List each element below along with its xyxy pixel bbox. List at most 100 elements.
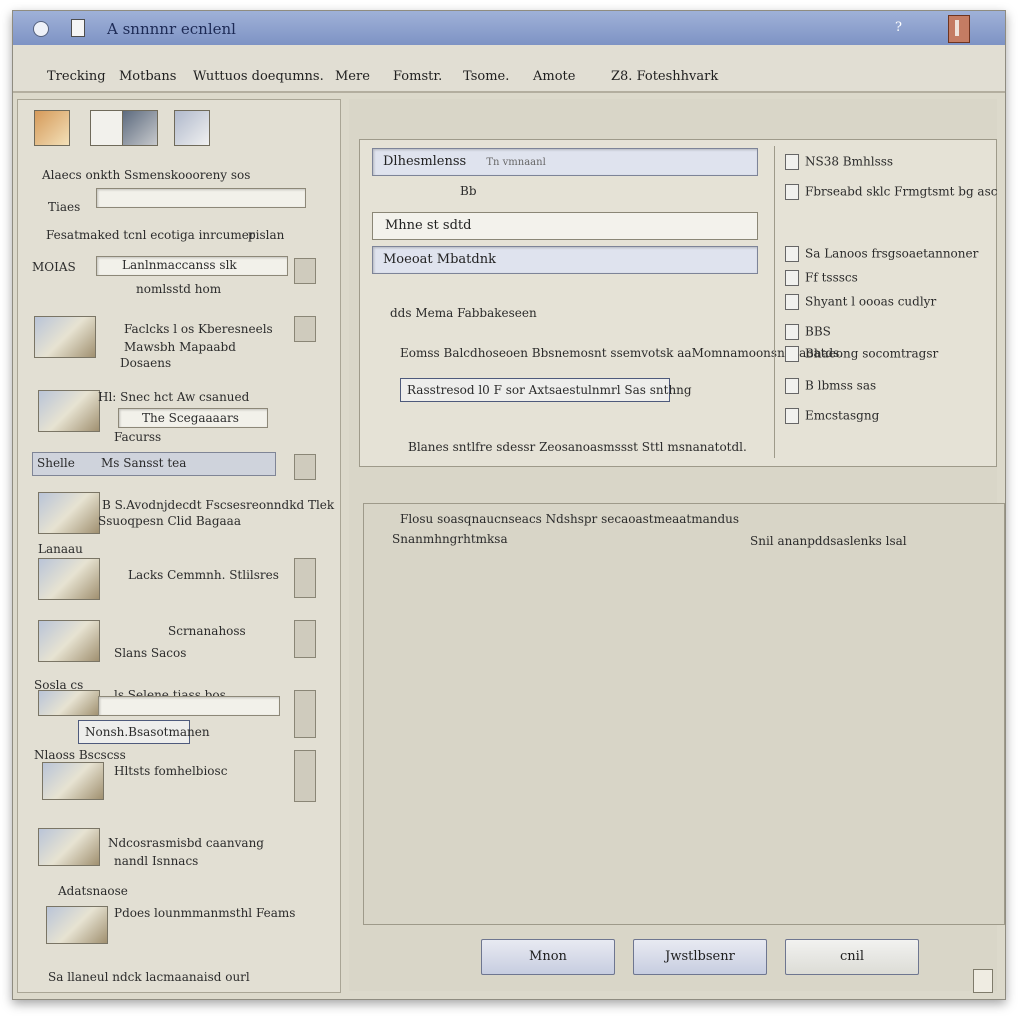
side-icon[interactable]	[294, 620, 316, 658]
list-item-image	[34, 316, 96, 358]
thumbnail-4[interactable]	[174, 110, 210, 146]
right-column: NS38 Bmhlsss Fbrseabd sklc Frmgtsmt bg a…	[774, 146, 997, 458]
name-field-hint: Tn vmnaanl	[486, 157, 546, 168]
selected-item-left: Shelle	[37, 456, 75, 470]
list-item-image	[42, 762, 104, 800]
title-bar[interactable]: A snnnnr ecnlenl ?	[13, 11, 1005, 46]
menu-item-8[interactable]: Z8. Foteshhvark	[611, 69, 718, 84]
document-icon	[71, 19, 85, 37]
name-field[interactable]: Dlhesmlenss Tn vmnaanl	[372, 148, 758, 176]
side-icon[interactable]	[294, 454, 316, 480]
side-icon[interactable]	[294, 690, 316, 738]
sidebar: Alaecs onkth Ssmenskoooreny sos Tiaes Fe…	[17, 99, 341, 993]
file-icon	[785, 408, 799, 424]
list-label: Lanaau	[38, 542, 83, 556]
right-item[interactable]: Shyant l oooas cudlyr	[785, 294, 936, 310]
description-label: dds Mema Fabbakeseen	[390, 306, 537, 320]
list-item-image	[38, 390, 100, 432]
dropdown-field[interactable]: Moeoat Mbatdnk	[372, 246, 758, 274]
sidebar-input[interactable]	[96, 188, 306, 208]
side-icon[interactable]	[294, 316, 316, 342]
menu-bar: Trecking Motbans Wuttuos doequmns. Mere …	[13, 45, 1005, 93]
right-item[interactable]: Fbrseabd sklc Frmgtsmt bg asc	[785, 184, 997, 200]
resize-grip-icon[interactable]	[973, 969, 993, 993]
thumbnail-strip	[28, 106, 268, 146]
sidebar-section-title: Fesatmaked tcnl ecotiga inrcumer	[46, 228, 255, 242]
secondary-button[interactable]: Jwstlbsenr	[633, 939, 767, 975]
thumbnail-3[interactable]	[122, 110, 158, 146]
menu-item-4[interactable]: Mere	[335, 69, 370, 84]
link-field[interactable]: Rasstresod l0 F sor Axtsaestulnmrl Sas s…	[400, 378, 692, 402]
menu-item-1[interactable]: Trecking	[47, 69, 106, 84]
file-icon	[785, 184, 799, 200]
row-text: Lanlnmaccanss slk	[122, 258, 237, 272]
text-field-value: Mhne st sdtd	[385, 218, 472, 233]
list-item-image	[38, 828, 100, 866]
list-item-sub: Pdoes lounmmanmsthl Feams	[114, 906, 296, 920]
list-item-title[interactable]: Faclcks l os Kberesneels	[124, 322, 273, 336]
content-line-1: Flosu soasqnaucnseacs Ndshspr secaoastme…	[400, 512, 740, 526]
right-item[interactable]: Emcstasgng	[785, 408, 879, 424]
list-item-sub: The Scegaaaars	[142, 411, 239, 425]
text-field[interactable]: Mhne st sdtd	[372, 212, 758, 240]
thumbnail-1[interactable]	[34, 110, 70, 146]
list-item-field[interactable]	[98, 696, 280, 716]
file-icon	[785, 346, 799, 362]
right-item[interactable]: Ff tssscs	[785, 270, 858, 286]
list-item-title[interactable]: B S.Avodnjdecdt Fscsesreonndkd Tlek	[102, 498, 334, 512]
content-panel[interactable]: Flosu soasqnaucnseacs Ndshspr secaoastme…	[363, 503, 1005, 925]
app-icon	[33, 21, 49, 37]
panel-footer-text: Blanes sntlfre sdessr Zeosanoasmssst Stt…	[408, 440, 747, 454]
list-item-image	[38, 492, 100, 534]
list-item-image	[38, 690, 100, 716]
list-item-image	[38, 620, 100, 662]
selected-list-item[interactable]: Shelle Ms Sansst tea	[32, 452, 276, 476]
menu-item-3[interactable]: Wuttuos doequmns.	[193, 69, 324, 84]
list-item-title[interactable]: Ndcosrasmisbd caanvang	[108, 836, 264, 850]
name-field-value: Dlhesmlenss	[383, 154, 467, 169]
sidebar-section-header: Alaecs onkth Ssmenskoooreny sos	[42, 168, 251, 182]
properties-panel: Dlhesmlenss Tn vmnaanl Bb Mhne st sdtd M…	[359, 139, 997, 467]
list-item-image	[46, 906, 108, 944]
cancel-button[interactable]: cnil	[785, 939, 919, 975]
side-icon[interactable]	[294, 558, 316, 598]
right-item[interactable]: Bhaeong socomtragsr	[785, 346, 938, 362]
right-item[interactable]: Sa Lanoos frsgsoaetannoner	[785, 246, 978, 262]
row-label: Bb	[460, 184, 477, 198]
menu-item-6[interactable]: Tsome.	[463, 69, 509, 84]
list-label: Nlaoss Bscscss	[34, 748, 126, 762]
menu-item-2[interactable]: Motbans	[119, 69, 176, 84]
file-icon	[785, 378, 799, 394]
file-icon	[785, 270, 799, 286]
file-icon	[785, 246, 799, 262]
row-sub: nomlsstd hom	[136, 282, 222, 296]
primary-button[interactable]: Mnon	[481, 939, 615, 975]
list-item-sub: Ssuoqpesn Clid Bagaaa	[98, 514, 241, 528]
list-item-title[interactable]: Scrnanahoss	[168, 624, 246, 638]
list-item-sub2: Dosaens	[120, 356, 172, 370]
thumbnail-2[interactable]	[90, 110, 126, 146]
list-item-sub2: Facurss	[114, 430, 162, 444]
main-content: Dlhesmlenss Tn vmnaanl Bb Mhne st sdtd M…	[349, 99, 1005, 991]
application-window: A snnnnr ecnlenl ? Trecking Motbans Wutt…	[12, 10, 1006, 1000]
side-icon[interactable]	[294, 750, 316, 802]
scroll-button[interactable]	[294, 258, 316, 284]
list-item-title[interactable]: Hl: Snec hct Aw csanued	[98, 390, 249, 404]
list-item-sub: Slans Sacos	[114, 646, 187, 660]
right-item[interactable]: NS38 Bmhlsss	[785, 154, 893, 170]
menu-item-5[interactable]: Fomstr.	[393, 69, 442, 84]
window-title: A snnnnr ecnlenl	[107, 20, 236, 38]
close-button[interactable]	[948, 15, 970, 43]
list-item-sub: Mawsbh Mapaabd	[124, 340, 236, 354]
right-item[interactable]: B lbmss sas	[785, 378, 876, 394]
file-icon	[785, 294, 799, 310]
highlighted-item[interactable]: Nonsh.Bsasotmanen	[78, 720, 210, 744]
list-item-title[interactable]: Lacks Cemmnh. Stlilsres	[128, 568, 279, 582]
list-item-title[interactable]: Hltsts fomhelbiosc	[114, 764, 227, 778]
menu-item-7[interactable]: Amote	[533, 69, 575, 84]
selected-item-text: Ms Sansst tea	[101, 456, 187, 470]
list-item-title[interactable]: Adatsnaose	[58, 884, 128, 898]
right-item[interactable]: BBS	[785, 324, 831, 340]
content-right-text: Snil ananpddsaslenks lsal	[750, 534, 907, 548]
help-icon[interactable]: ?	[895, 20, 902, 35]
